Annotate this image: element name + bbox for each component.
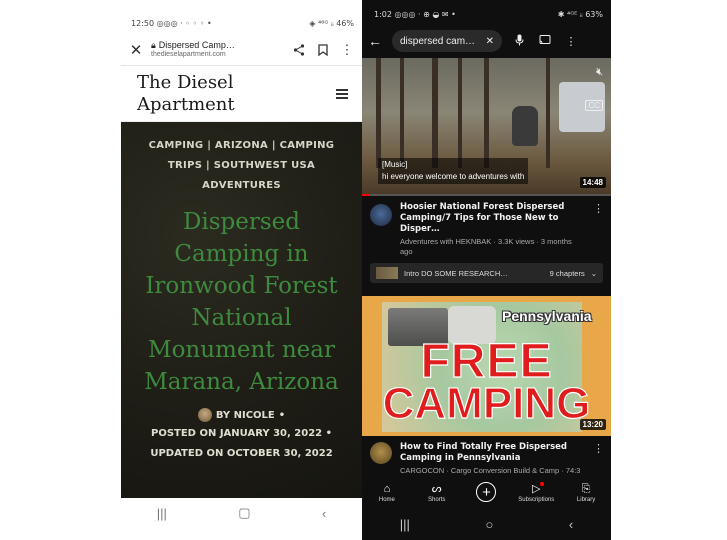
hamburger-menu-icon[interactable]: [336, 88, 348, 99]
video-duration: 13:20: [579, 419, 606, 430]
subscriptions-icon: ▷: [532, 481, 545, 495]
thumbnail-state-label: Pennsylvania: [502, 308, 592, 324]
video-meta: Hoosier National Forest Dispersed Campin…: [362, 196, 611, 261]
back-icon[interactable]: ‹: [322, 506, 326, 521]
video-meta: How to Find Totally Free Dispersed Campi…: [362, 436, 611, 478]
cast-icon[interactable]: [536, 34, 554, 48]
youtube-bottom-nav: ⌂ Home ᔕ Shorts + ▷ Subscriptions ⎘ Libr…: [362, 476, 611, 508]
chapter-count: 9 chapters: [549, 268, 585, 278]
post-title: Dispersed Camping in Ironwood Forest Nat…: [144, 209, 339, 395]
browser-phone: 12:50 ◎◎◎ · ◦ ◦ ◦ • ◈ ⁴⁶ᴳ ᵢᵢ 46% ✕ 🔒︎ Dis…: [121, 12, 362, 528]
captions-icon[interactable]: CC: [585, 100, 603, 111]
nav-label: Home: [378, 496, 395, 503]
nav-label: Shorts: [428, 496, 446, 503]
post-dates: POSTED ON JANUARY 30, 2022 • UPDATED ON …: [121, 424, 362, 464]
posted-date: POSTED ON JANUARY 30, 2022 •: [151, 428, 332, 439]
shorts-icon: ᔕ: [431, 482, 442, 495]
person-image: [512, 106, 538, 146]
nav-library[interactable]: ⎘ Library: [563, 482, 609, 503]
bookmark-icon[interactable]: [314, 41, 332, 59]
page-url: thedieselapartment.com: [151, 50, 226, 58]
search-query: dispersed cam…: [400, 35, 476, 47]
chapter-thumbnail: [376, 267, 398, 279]
nav-subscriptions[interactable]: ▷ Subscriptions: [513, 481, 559, 503]
close-icon[interactable]: ✕: [127, 41, 145, 59]
back-arrow-icon[interactable]: ←: [368, 33, 384, 49]
video-thumbnail[interactable]: Pennsylvania FREE CAMPING 13:20: [362, 296, 611, 436]
nav-home[interactable]: ⌂ Home: [364, 482, 410, 503]
captions-overlay: [Music] hi everyone welcome to adventure…: [378, 158, 529, 184]
mute-icon[interactable]: 🔇︎: [596, 66, 603, 79]
page-title: Dispersed Camp…: [158, 40, 235, 50]
thumbnail-text-camping: CAMPING: [382, 379, 591, 428]
chevron-down-icon: ⌄: [590, 268, 597, 278]
clear-icon[interactable]: ✕: [486, 36, 494, 47]
channel-avatar[interactable]: [370, 442, 392, 464]
status-time-and-icons: 12:50 ◎◎◎ · ◦ ◦ ◦ •: [131, 18, 212, 28]
share-icon[interactable]: [290, 41, 308, 59]
lock-icon: 🔒︎: [151, 40, 156, 50]
nav-label: Library: [576, 496, 596, 503]
video-duration: 14:48: [579, 177, 606, 188]
android-nav-bar: ||| ○ ‹: [362, 508, 611, 540]
screenshot-stage: 12:50 ◎◎◎ · ◦ ◦ ◦ • ◈ ⁴⁶ᴳ ᵢᵢ 46% ✕ 🔒︎ Dis…: [0, 0, 727, 540]
nav-shorts[interactable]: ᔕ Shorts: [414, 482, 460, 503]
android-nav-bar: ||| ▢ ‹: [121, 498, 362, 528]
status-bar: 1:02 ◎◎◎ · ⊕ ◒ ✉ • ✱ ⁴ᴳᴱ ᵢᵢ 63%: [362, 0, 611, 28]
back-icon[interactable]: ‹: [569, 517, 573, 532]
more-vert-icon[interactable]: ⋮: [593, 442, 604, 476]
video-subtitle: CARGOCON · Cargo Conversion Build & Camp…: [400, 466, 581, 475]
byline-separator: •: [278, 409, 286, 421]
search-bar: ← dispersed cam… ✕ ⋮: [362, 28, 611, 54]
author-avatar: [197, 408, 212, 422]
search-query-pill[interactable]: dispersed cam… ✕: [392, 30, 502, 52]
chapters-bar[interactable]: Intro DO SOME RESEARCH… 9 chapters ⌄: [370, 263, 603, 283]
status-right-icons: ◈ ⁴⁶ᴳ ᵢᵢ 46%: [309, 18, 354, 28]
updated-date: UPDATED ON OCTOBER 30, 2022: [150, 448, 333, 459]
more-vert-icon[interactable]: ⋮: [338, 41, 356, 59]
video-title[interactable]: How to Find Totally Free Dispersed Campi…: [400, 442, 585, 464]
nav-create[interactable]: +: [463, 482, 509, 502]
microphone-icon[interactable]: [510, 34, 528, 49]
more-vert-icon[interactable]: ⋮: [593, 202, 604, 257]
create-plus-icon: +: [476, 482, 497, 502]
home-icon[interactable]: ○: [485, 517, 493, 532]
status-bar: 12:50 ◎◎◎ · ◦ ◦ ◦ • ◈ ⁴⁶ᴳ ᵢᵢ 46%: [121, 12, 362, 34]
site-title[interactable]: The Diesel Apartment: [137, 72, 257, 116]
video-subtitle: Adventures with HEKNBAK · 3.3K views · 3…: [400, 237, 572, 256]
chapter-label: Intro DO SOME RESEARCH…: [404, 268, 508, 278]
author-name[interactable]: BY NICOLE: [216, 410, 275, 421]
post-hero: CAMPING | ARIZONA | CAMPING TRIPS | SOUT…: [121, 122, 362, 498]
video-title[interactable]: Hoosier National Forest Dispersed Campin…: [400, 202, 585, 235]
home-icon: ⌂: [383, 482, 391, 495]
byline: BY NICOLE •: [121, 408, 362, 422]
browser-toolbar: ✕ 🔒︎ Dispersed Camp… thedieselapartment.c…: [121, 34, 362, 66]
video-thumbnail[interactable]: 🔇︎ CC [Music] hi everyone welcome to adv…: [362, 58, 611, 194]
library-icon: ⎘: [581, 482, 591, 495]
channel-avatar[interactable]: [370, 204, 392, 226]
status-right-icons: ✱ ⁴ᴳᴱ ᵢᵢ 63%: [557, 9, 603, 19]
site-header: The Diesel Apartment: [121, 66, 362, 122]
recents-icon[interactable]: |||: [157, 506, 167, 521]
nav-label: Subscriptions: [518, 496, 555, 503]
status-time-and-icons: 1:02 ◎◎◎ · ⊕ ◒ ✉ •: [374, 9, 456, 19]
more-vert-icon[interactable]: ⋮: [562, 35, 580, 48]
recents-icon[interactable]: |||: [400, 517, 410, 532]
youtube-phone: 1:02 ◎◎◎ · ⊕ ◒ ✉ • ✱ ⁴ᴳᴱ ᵢᵢ 63% ← disper…: [362, 0, 611, 540]
post-categories[interactable]: CAMPING | ARIZONA | CAMPING TRIPS | SOUT…: [121, 136, 362, 196]
home-icon[interactable]: ▢: [238, 505, 250, 521]
url-box[interactable]: 🔒︎ Dispersed Camp… thedieselapartment.com: [151, 41, 284, 59]
